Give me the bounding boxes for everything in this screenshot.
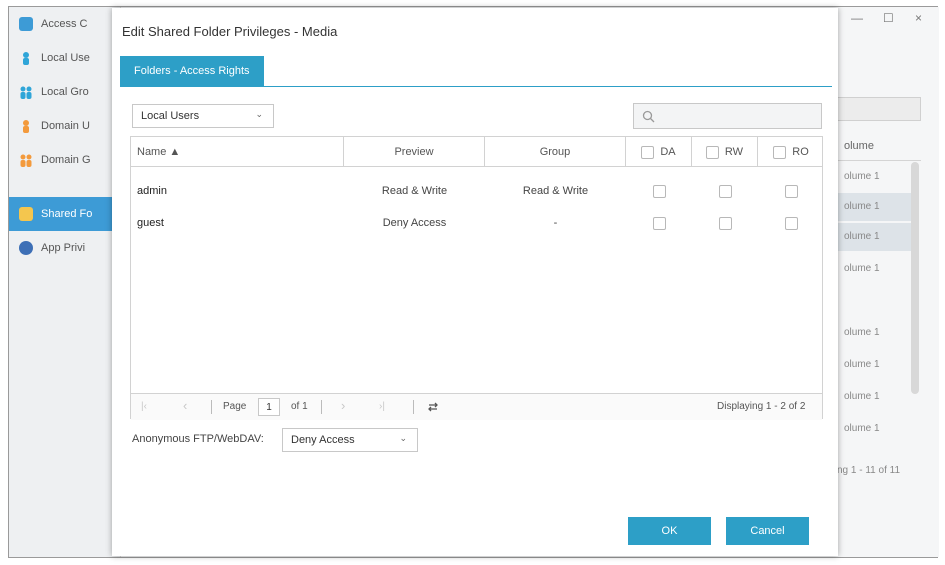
background-cell[interactable]: olume 1 — [836, 163, 911, 191]
separator — [321, 400, 322, 414]
chevron-down-icon: ⌄ — [255, 109, 263, 119]
column-header-rw[interactable]: RW — [692, 137, 758, 167]
select-all-ro-checkbox[interactable] — [773, 145, 787, 159]
background-cell[interactable]: olume 1 — [836, 255, 911, 283]
column-header-rw-label: RW — [724, 146, 744, 158]
sidebar-item-domain-users[interactable]: Domain U — [9, 109, 121, 143]
edit-privileges-dialog: Edit Shared Folder Privileges - Media Fo… — [112, 8, 838, 556]
user-type-select[interactable]: Local Users ⌄ — [132, 104, 274, 128]
da-checkbox[interactable] — [652, 216, 666, 230]
row-preview: Deny Access — [382, 217, 447, 229]
user-type-value: Local Users — [141, 110, 200, 122]
sidebar-item-local-users[interactable]: Local Use — [9, 41, 121, 75]
column-header-name[interactable]: Name ▲ — [131, 137, 344, 167]
row-name: admin — [137, 185, 167, 197]
table-header: Name ▲ Preview Group DA RW RO — [131, 137, 822, 167]
separator — [211, 400, 212, 414]
pagination-toolbar: |‹ ‹ Page 1 of 1 › ›| Displaying 1 - 2 o… — [131, 393, 822, 420]
sidebar-item-label: Local Use — [41, 52, 90, 64]
refresh-icon[interactable] — [427, 401, 439, 413]
previous-page-icon[interactable]: ‹ — [183, 398, 187, 413]
row-preview: Read & Write — [381, 185, 448, 197]
da-checkbox[interactable] — [652, 184, 666, 198]
sidebar-item-label: App Privi — [41, 242, 86, 254]
tab-underline — [120, 86, 832, 87]
column-header-da[interactable]: DA — [626, 137, 692, 167]
column-header-group[interactable]: Group — [485, 137, 626, 167]
row-group: - — [553, 217, 558, 229]
sidebar-item-label: Local Gro — [41, 86, 89, 98]
table-row[interactable]: admin Read & Write Read & Write — [131, 175, 822, 207]
app-icon — [19, 241, 33, 255]
row-ro-cell — [758, 207, 824, 239]
background-cell[interactable]: olume 1 — [836, 383, 911, 411]
background-sidebar: Access C Local Use Local Gro Domain U Do… — [9, 7, 121, 557]
row-ro-cell — [758, 175, 824, 207]
privileges-table: Name ▲ Preview Group DA RW RO admin Read… — [130, 136, 823, 420]
sidebar-item-app-privileges[interactable]: App Privi — [9, 231, 121, 265]
sidebar-item-label: Domain U — [41, 120, 90, 132]
row-group: Read & Write — [522, 185, 589, 197]
row-name: guest — [137, 217, 164, 229]
rw-checkbox[interactable] — [718, 184, 732, 198]
group-icon — [20, 86, 32, 99]
rw-checkbox[interactable] — [718, 216, 732, 230]
background-scrollbar[interactable] — [911, 162, 919, 394]
ok-button[interactable]: OK — [628, 517, 711, 545]
background-cell[interactable]: olume 1 — [836, 319, 911, 347]
chevron-down-icon: ⌄ — [399, 433, 407, 443]
background-column-header[interactable]: olume — [836, 133, 921, 161]
tab-folders-access-rights[interactable]: Folders - Access Rights — [120, 56, 264, 86]
sidebar-item-label: Domain G — [41, 154, 91, 166]
access-control-icon — [19, 17, 33, 31]
search-icon — [642, 110, 655, 123]
row-da-cell — [626, 175, 692, 207]
user-icon — [23, 52, 29, 65]
background-cell[interactable]: olume 1 — [836, 351, 911, 379]
sidebar-item-label: Access C — [41, 18, 88, 30]
sidebar-item-domain-groups[interactable]: Domain G — [9, 143, 121, 177]
sidebar-item-shared-folders[interactable]: Shared Fo — [9, 197, 121, 231]
domain-user-icon — [23, 120, 29, 133]
sidebar-item-label: Shared Fo — [41, 208, 93, 220]
background-cell[interactable]: olume 1 — [836, 193, 911, 221]
background-paging-info: ng 1 - 11 of 11 — [837, 465, 901, 476]
row-da-cell — [626, 207, 692, 239]
column-header-ro-label: RO — [792, 146, 809, 158]
separator — [413, 400, 414, 414]
select-all-da-checkbox[interactable] — [641, 145, 655, 159]
sidebar-item-local-groups[interactable]: Local Gro — [9, 75, 121, 109]
search-input[interactable] — [633, 103, 822, 129]
folder-icon — [19, 207, 33, 221]
ro-checkbox[interactable] — [784, 184, 798, 198]
ftp-webdav-label: Anonymous FTP/WebDAV: — [132, 433, 264, 445]
page-count-label: of 1 — [291, 401, 308, 412]
next-page-icon[interactable]: › — [341, 398, 345, 413]
ftp-webdav-select[interactable]: Deny Access ⌄ — [282, 428, 418, 452]
background-cell[interactable]: olume 1 — [836, 223, 911, 251]
minimize-button[interactable]: — — [851, 11, 863, 25]
ftp-webdav-value: Deny Access — [291, 434, 355, 446]
domain-group-icon — [20, 154, 32, 167]
sidebar-item-access-control[interactable]: Access C — [9, 7, 121, 41]
first-page-icon[interactable]: |‹ — [141, 401, 147, 412]
dialog-title: Edit Shared Folder Privileges - Media — [122, 24, 338, 39]
table-row[interactable]: guest Deny Access - — [131, 207, 822, 239]
background-cell[interactable]: olume 1 — [836, 415, 911, 443]
maximize-button[interactable]: ☐ — [883, 11, 894, 25]
select-all-rw-checkbox[interactable] — [705, 145, 719, 159]
last-page-icon[interactable]: ›| — [379, 401, 385, 412]
close-button[interactable]: × — [915, 11, 922, 25]
column-header-da-label: DA — [660, 146, 676, 158]
column-header-preview[interactable]: Preview — [344, 137, 485, 167]
page-number-input[interactable]: 1 — [258, 398, 280, 416]
ro-checkbox[interactable] — [784, 216, 798, 230]
row-rw-cell — [692, 175, 758, 207]
paging-info: Displaying 1 - 2 of 2 — [717, 401, 806, 412]
row-rw-cell — [692, 207, 758, 239]
cancel-button[interactable]: Cancel — [726, 517, 809, 545]
page-label: Page — [223, 401, 247, 412]
background-search-input[interactable] — [836, 97, 921, 121]
column-header-ro[interactable]: RO — [758, 137, 824, 167]
